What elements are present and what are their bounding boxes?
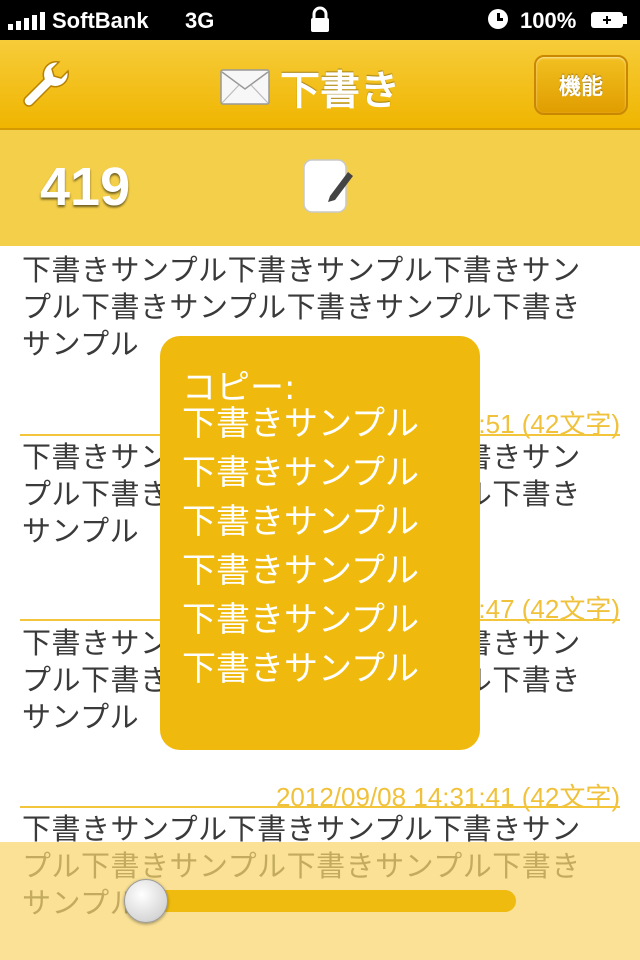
carrier-label: SoftBank [52,8,149,33]
draft-count: 419 [40,157,131,217]
popup-text: 下書きサンプル下書きサンプル下書きサンプル下書きサンプル下書きサンプル下書きサン… [182,404,419,689]
status-bar: SoftBank 3G 100% [0,0,640,40]
compose-icon[interactable] [300,158,356,214]
slider-thumb[interactable] [124,879,168,923]
copy-popup: コピー: 下書きサンプル下書きサンプル下書きサンプル下書きサンプル下書きサンプル… [160,336,480,750]
battery-icon [591,12,627,28]
clock-icon [488,9,508,29]
scroll-slider[interactable] [130,890,516,912]
battery-percent: 100% [520,8,577,33]
navigation-bar: 下書き 機能 [0,40,640,130]
function-button[interactable]: 機能 [534,55,628,115]
network-label: 3G [185,8,215,33]
entry-divider [20,806,620,808]
entry-meta: 2012/09/08 14:31:41 (42文字) [275,782,620,812]
signal-icon [8,12,45,30]
lock-icon [311,6,329,32]
mail-icon [220,69,270,105]
wrench-icon[interactable] [18,56,76,114]
nav-title-group: 下書き [220,58,400,116]
page-title: 下書き [280,68,400,114]
